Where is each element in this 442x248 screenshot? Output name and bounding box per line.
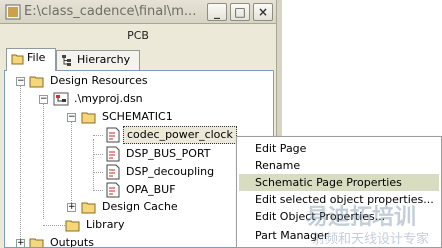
tree-item-outputs[interactable]: Outputs bbox=[47, 234, 97, 248]
menu-item-part-manager[interactable]: Part Manager bbox=[239, 227, 439, 244]
panel-label: PCB bbox=[127, 29, 149, 42]
tree-line bbox=[93, 139, 94, 189]
tab-file-label: File bbox=[27, 51, 46, 64]
tree-item-label: SCHEMATIC1 bbox=[102, 110, 173, 123]
menu-item-edit-page[interactable]: Edit Page bbox=[239, 140, 439, 157]
collapse-toggle[interactable]: − bbox=[39, 95, 48, 104]
tree-item-label: Library bbox=[86, 218, 125, 231]
tree-item-design-cache[interactable]: Design Cache bbox=[99, 198, 181, 216]
collapse-toggle[interactable]: − bbox=[67, 113, 76, 122]
tree-item-page[interactable]: OPA_BUF bbox=[123, 181, 179, 199]
hierarchy-icon bbox=[62, 55, 71, 66]
tree-line bbox=[93, 172, 103, 173]
tree-item-label: Outputs bbox=[50, 236, 94, 248]
tree-item-page[interactable]: DSP_decoupling bbox=[123, 163, 217, 181]
minimize-button[interactable]: _ bbox=[207, 3, 227, 21]
folder-icon bbox=[29, 238, 44, 247]
folder-icon bbox=[65, 220, 80, 232]
menu-item-rename[interactable]: Rename bbox=[239, 157, 439, 174]
tab-hierarchy[interactable]: Hierarchy bbox=[56, 50, 140, 70]
tree-item-library[interactable]: Library bbox=[83, 216, 127, 234]
tab-file[interactable]: File bbox=[6, 48, 56, 71]
tree-item-label: OPA_BUF bbox=[126, 183, 176, 196]
project-tree[interactable]: − Design Resources − .\myproj.dsn − SCHE… bbox=[4, 70, 274, 248]
context-menu: Edit Page Rename Schematic Page Properti… bbox=[236, 136, 442, 248]
tree-line bbox=[20, 85, 21, 245]
close-button[interactable]: × bbox=[253, 3, 273, 21]
tree-line bbox=[71, 121, 72, 207]
design-file-icon bbox=[53, 92, 69, 106]
tree-item-label: DSP_decoupling bbox=[126, 165, 215, 178]
folder-open-icon bbox=[29, 76, 44, 88]
tree-item-label: Design Resources bbox=[50, 74, 148, 87]
folder-open-icon bbox=[81, 112, 96, 124]
file-tab-icon bbox=[11, 54, 24, 65]
tree-line bbox=[93, 135, 103, 136]
folder-icon bbox=[81, 202, 96, 214]
menu-item-edit-selected-object-properties[interactable]: Edit selected object properties... bbox=[239, 191, 439, 208]
window-title: E:\class_cadence\final\m... bbox=[24, 4, 197, 19]
app-icon bbox=[5, 4, 21, 20]
tree-item-design-resources[interactable]: Design Resources bbox=[47, 72, 151, 90]
schematic-page-icon bbox=[106, 164, 120, 180]
maximize-button[interactable]: □ bbox=[230, 3, 250, 21]
tree-item-label: DSP_BUS_PORT bbox=[126, 147, 211, 160]
tree-item-page[interactable]: codec_power_clock bbox=[123, 126, 237, 144]
tree-item-schematic[interactable]: SCHEMATIC1 bbox=[99, 108, 176, 126]
schematic-page-icon bbox=[106, 127, 120, 143]
menu-item-edit-object-properties[interactable]: Edit Object Properties... bbox=[239, 208, 439, 225]
tree-item-label: codec_power_clock bbox=[123, 126, 237, 144]
schematic-page-icon bbox=[106, 146, 120, 162]
tree-line bbox=[93, 190, 103, 191]
tab-hierarchy-label: Hierarchy bbox=[77, 53, 131, 66]
tree-item-design-file[interactable]: .\myproj.dsn bbox=[71, 90, 146, 108]
schematic-page-icon bbox=[106, 182, 120, 198]
tree-item-page[interactable]: DSP_BUS_PORT bbox=[123, 145, 214, 163]
expand-toggle[interactable]: + bbox=[16, 239, 25, 247]
tree-item-label: Design Cache bbox=[102, 200, 178, 213]
collapse-toggle[interactable]: − bbox=[16, 77, 25, 86]
menu-item-schematic-page-properties[interactable]: Schematic Page Properties bbox=[239, 174, 439, 191]
tree-line bbox=[93, 154, 103, 155]
tree-item-label: .\myproj.dsn bbox=[74, 92, 143, 105]
title-bar: E:\class_cadence\final\m... _ □ × bbox=[0, 0, 276, 24]
tree-line bbox=[43, 99, 44, 219]
expand-toggle[interactable]: + bbox=[67, 203, 76, 212]
